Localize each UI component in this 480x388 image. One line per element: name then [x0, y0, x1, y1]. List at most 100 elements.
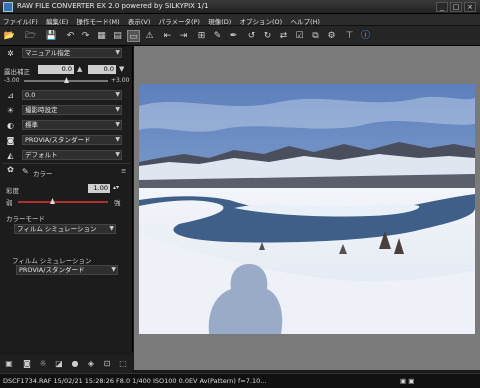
chevron-down-icon: ▼	[115, 136, 120, 143]
saturation-low-label: 弱	[6, 199, 13, 207]
single-view-icon[interactable]: ▭	[127, 30, 140, 42]
eyedropper-icon[interactable]: ✒	[227, 30, 240, 42]
check-icon[interactable]: ☑	[293, 30, 306, 42]
lens-icon[interactable]: ⊡	[102, 359, 112, 369]
eyedropper-tool-icon[interactable]: ✎	[22, 167, 29, 176]
redo-icon[interactable]: ↷	[79, 30, 92, 42]
menu-parameter[interactable]: パラメータ(P)	[156, 14, 203, 25]
landscape-photo	[139, 84, 475, 334]
photo-preview	[139, 84, 475, 334]
sharpness-icon: ◭	[7, 151, 14, 160]
menu-options[interactable]: オプション(O)	[237, 14, 286, 25]
preset-row: ✲ マニュアル指定 ▼	[0, 48, 133, 60]
film-label: フィルム シミュレーション	[12, 257, 92, 265]
exposure-value-2[interactable]: 0.0	[88, 65, 116, 74]
colormode-dropdown[interactable]: フィルム シミュレーション ▼	[14, 224, 116, 234]
contrast-select[interactable]: 標準 ▼	[22, 120, 122, 130]
develop-icon[interactable]: ⚙	[325, 30, 338, 42]
exposure-icon: ⊿	[7, 91, 14, 100]
camera-icon[interactable]: ◙	[22, 359, 32, 369]
info-icon[interactable]: ⓘ	[359, 30, 372, 42]
app-icon	[3, 2, 13, 12]
exposure-min-label: -3.00	[4, 77, 20, 84]
sun-icon: ☀	[6, 106, 15, 115]
open-folder-icon[interactable]: 📂	[3, 30, 16, 42]
chevron-down-icon: ▼	[109, 225, 114, 232]
rotate-right-icon[interactable]: ↻	[261, 30, 274, 42]
chevron-down-icon: ▼	[115, 151, 120, 158]
list-view-icon[interactable]: ▤	[111, 30, 124, 42]
exposure-label: 露出補正	[4, 68, 30, 76]
saturation-spin-icon[interactable]: ▴▾	[113, 184, 119, 191]
image-viewer[interactable]	[134, 46, 480, 370]
color-icon: ◙	[6, 136, 15, 145]
menu-mode[interactable]: 操作モード(M)	[73, 14, 122, 25]
tone-curve-icon[interactable]: ◪	[54, 359, 64, 369]
color-mode-select[interactable]: PROVIA/スタンダード ▼	[22, 135, 122, 145]
menu-develop[interactable]: 現像(D)	[205, 14, 234, 25]
menu-icon[interactable]: ≡	[121, 167, 126, 175]
flip-icon[interactable]: ⇄	[277, 30, 290, 42]
saturation-high-label: 強	[114, 199, 121, 207]
white-balance-select[interactable]: 撮影時設定 ▼	[22, 105, 122, 115]
toolbar: 📂 🗁 💾 ↶ ↷ ▦ ▤ ▭ ⚠ ⇤ ⇥ ⊞ ✎ ✒ ↺ ↻ ⇄ ☑ ⧉ ⚙ …	[0, 26, 480, 46]
title-bar: RAW FILE CONVERTER EX 2.0 powered by SIL…	[0, 0, 480, 14]
maximize-button[interactable]: □	[450, 2, 462, 12]
rotate-left-icon[interactable]: ↺	[245, 30, 258, 42]
palette-icon: ✿	[7, 165, 14, 174]
exposure-value[interactable]: 0.0	[38, 65, 74, 74]
contrast-icon: ◐	[7, 121, 14, 130]
noise-icon[interactable]: ◈	[86, 359, 96, 369]
sharpness-select[interactable]: デフォルト ▼	[22, 150, 122, 160]
open-file-icon[interactable]: 🗁	[24, 30, 37, 42]
color-section-label: カラー	[33, 170, 53, 178]
exposure-up-icon[interactable]: ▲	[77, 65, 82, 73]
prev-icon[interactable]: ⇤	[161, 30, 174, 42]
chevron-down-icon: ▼	[111, 266, 116, 273]
menu-view[interactable]: 表示(V)	[125, 14, 154, 25]
crop-icon[interactable]: ⊞	[195, 30, 208, 42]
chevron-down-icon: ▼	[115, 106, 120, 113]
window-title: RAW FILE CONVERTER EX 2.0 powered by SIL…	[17, 2, 209, 10]
save-icon[interactable]: 💾	[45, 30, 58, 42]
saturation-label: 彩度	[6, 187, 19, 195]
warning-icon[interactable]: ⚠	[143, 30, 156, 42]
pin-icon[interactable]: ⊤	[343, 30, 356, 42]
sharpness-row: ◭ デフォルト ▼	[0, 150, 133, 162]
stamp-icon[interactable]: ✎	[211, 30, 224, 42]
undo-icon[interactable]: ↶	[64, 30, 77, 42]
wb-row: ☀ 撮影時設定 ▼	[0, 105, 133, 117]
close-button[interactable]: ×	[464, 2, 476, 12]
next-icon[interactable]: ⇥	[177, 30, 190, 42]
film-dropdown[interactable]: PROVIA/スタンダード ▼	[16, 265, 118, 275]
grid-view-icon[interactable]: ▦	[95, 30, 108, 42]
status-text: DSCF1734.RAF 15/02/21 15:28:26 F8.0 1/40…	[3, 377, 267, 385]
divider	[2, 163, 130, 164]
panel-bottom-bar: ▣ ◙ ☼ ◪ ● ◈ ⊡ ⬚	[0, 355, 133, 373]
menu-help[interactable]: ヘルプ(H)	[287, 14, 322, 25]
menu-file[interactable]: ファイル(F)	[0, 14, 41, 25]
sun-settings-icon[interactable]: ☼	[38, 359, 48, 369]
colormode-label: カラーモード	[6, 215, 45, 223]
sphere-icon[interactable]: ●	[70, 359, 80, 369]
colormode-row: ◙ PROVIA/スタンダード ▼	[0, 135, 133, 147]
tone-select[interactable]: 0.0 ▼	[22, 90, 122, 100]
control-panel: ✲ マニュアル指定 ▼ 露出補正 0.0 ▲ 0.0 ▼ -3.00 +3.00 …	[0, 46, 133, 352]
status-icons[interactable]: ▣ ▣	[400, 377, 414, 385]
minimize-button[interactable]: _	[436, 2, 448, 12]
transform-icon[interactable]: ⬚	[118, 359, 128, 369]
chevron-down-icon: ▼	[115, 121, 120, 128]
menu-edit[interactable]: 編集(E)	[43, 14, 71, 25]
menu-bar: ファイル(F) 編集(E) 操作モード(M) 表示(V) パラメータ(P) 現像…	[0, 14, 480, 26]
exposure-max-label: +3.00	[111, 77, 130, 84]
image-icon[interactable]: ▣	[4, 359, 14, 369]
chevron-down-icon: ▼	[115, 49, 120, 56]
gear-icon: ✲	[7, 49, 14, 58]
chevron-down-icon: ▼	[115, 91, 120, 98]
compare-icon[interactable]: ⧉	[309, 30, 322, 42]
status-bar: DSCF1734.RAF 15/02/21 15:28:26 F8.0 1/40…	[0, 373, 480, 388]
saturation-slider[interactable]	[18, 201, 108, 203]
exposure-down-icon[interactable]: ▼	[119, 65, 124, 73]
preset-select[interactable]: マニュアル指定 ▼	[22, 48, 122, 58]
saturation-value[interactable]: 1.00	[88, 184, 110, 193]
